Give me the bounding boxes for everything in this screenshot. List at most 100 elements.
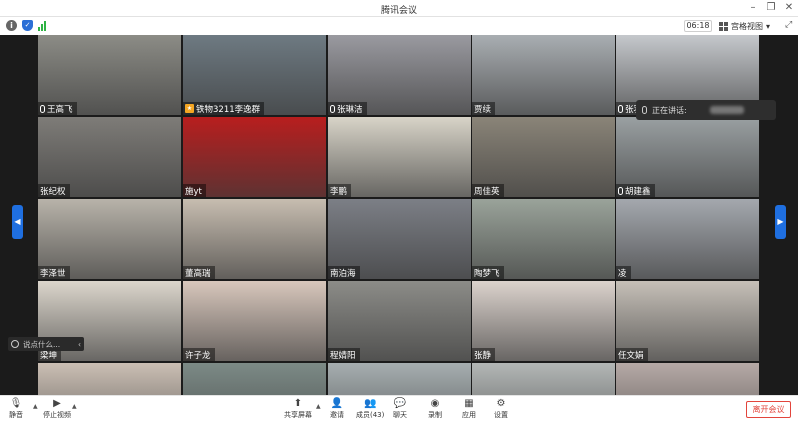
participant-name-tag: 陶梦飞 — [472, 266, 504, 279]
meeting-timer: 06:18 — [684, 20, 712, 32]
participant-name: 许子龙 — [185, 350, 211, 361]
participant-name: 张纪权 — [40, 186, 66, 197]
participant-name-tag: 任文娟 — [616, 348, 648, 361]
add-user-icon: 👤 — [330, 398, 344, 409]
mic-icon — [618, 186, 623, 195]
participant-name-tag: 许子龙 — [183, 348, 215, 361]
video-tile[interactable]: 南泊海 — [328, 199, 471, 279]
participant-name-tag: 程婧阳 — [328, 348, 360, 361]
mic-icon — [618, 104, 623, 113]
video-tile[interactable] — [616, 363, 759, 395]
collapse-icon[interactable]: ‹ — [78, 340, 81, 349]
video-tile[interactable]: ★ 铁物3211李逸群 — [183, 35, 326, 115]
video-tile[interactable]: 陶梦飞 — [472, 199, 615, 279]
previous-page-button[interactable]: ◀ — [12, 205, 23, 239]
video-tile[interactable]: 程婧阳 — [328, 281, 471, 361]
participant-name-tag: 施yt — [183, 184, 206, 197]
speaking-label: 正在讲话: — [652, 105, 687, 115]
share-screen-icon: ⬆ — [293, 398, 303, 409]
grid-view-icon — [719, 21, 728, 31]
participant-name-tag: 贾续 — [472, 102, 496, 115]
participant-name: 凌 — [618, 268, 627, 279]
video-tile[interactable]: 李泽世 — [38, 199, 181, 279]
chat-bubble-icon — [11, 340, 19, 348]
video-tile[interactable]: 张静 — [472, 281, 615, 361]
participant-name: 周佳英 — [474, 186, 500, 197]
record-icon: ◉ — [430, 398, 440, 409]
chevron-up-icon[interactable]: ▲ — [33, 403, 38, 410]
video-tile[interactable]: 周佳英 — [472, 117, 615, 197]
video-tile[interactable]: 胡建鑫 — [616, 117, 759, 197]
apps-button[interactable]: ▦ 应用 — [462, 398, 476, 420]
settings-button[interactable]: ⚙ 设置 — [494, 398, 508, 420]
stop-video-button[interactable]: ▶ 停止视频 — [43, 398, 71, 420]
chevron-up-icon[interactable]: ▲ — [316, 403, 321, 410]
video-tile[interactable] — [183, 363, 326, 395]
participant-name-tag: ★ 铁物3211李逸群 — [183, 102, 265, 115]
members-button[interactable]: 👥 成员(43) — [356, 398, 384, 420]
chat-quick-input[interactable]: 说点什么... ‹ — [8, 337, 84, 351]
invite-button[interactable]: 👤 邀请 — [330, 398, 344, 420]
view-mode-label: 宫格视图 — [731, 21, 763, 31]
chat-button[interactable]: 💬 聊天 — [393, 398, 407, 420]
close-icon[interactable]: ✕ — [782, 2, 796, 14]
mute-button[interactable]: 🎙 静音 — [9, 398, 23, 420]
leave-meeting-button[interactable]: 离开会议 — [746, 401, 791, 418]
settings-label: 设置 — [494, 411, 508, 419]
video-feed — [616, 363, 759, 395]
video-tile[interactable]: 凌 — [616, 199, 759, 279]
minimize-icon[interactable]: – — [746, 2, 760, 14]
video-tile[interactable]: 董高瑞 — [183, 199, 326, 279]
video-tile[interactable]: 王高飞 — [38, 35, 181, 115]
participant-name: 李鹏 — [330, 186, 348, 197]
participant-name-tag: 张静 — [472, 348, 496, 361]
participant-name: 陶梦飞 — [474, 268, 500, 279]
video-tile[interactable]: 施yt — [183, 117, 326, 197]
microphone-icon: 🎙 — [9, 398, 23, 409]
video-feed — [38, 363, 181, 395]
title-bar: 腾讯会议 – ❐ ✕ — [0, 0, 798, 17]
participant-name: 张静 — [474, 350, 492, 361]
participant-name: 程婧阳 — [330, 350, 356, 361]
record-label: 录制 — [428, 411, 442, 419]
members-label: 成员(43) — [356, 411, 385, 419]
video-tile[interactable]: 张琳洁 — [328, 35, 471, 115]
view-mode-button[interactable]: 宫格视图 ▾ — [719, 19, 770, 33]
participant-name-tag: 南泊海 — [328, 266, 360, 279]
video-tile[interactable]: 贾续 — [472, 35, 615, 115]
apps-icon: ▦ — [464, 398, 474, 409]
chevron-down-icon: ▾ — [766, 21, 771, 31]
meeting-info-bar: i ✓ 06:18 宫格视图 ▾ ⤢ — [0, 17, 798, 35]
speaking-indicator: 正在讲话: — [636, 100, 776, 120]
video-tile[interactable] — [328, 363, 471, 395]
video-tile[interactable]: 任文娟 — [616, 281, 759, 361]
shield-icon[interactable]: ✓ — [22, 20, 33, 31]
participant-name-tag: 胡建鑫 — [616, 184, 655, 197]
video-tile[interactable] — [472, 363, 615, 395]
signal-icon[interactable] — [38, 20, 49, 31]
participant-name: 施yt — [185, 186, 202, 197]
mic-icon — [642, 106, 647, 114]
participant-name-tag: 李鹏 — [328, 184, 352, 197]
mic-icon — [40, 104, 45, 113]
video-feed — [328, 363, 471, 395]
chat-icon: 💬 — [393, 398, 407, 409]
video-grid: 王高飞★铁物3211李逸群张琳洁贾续张羽翔张纪权施yt李鹏周佳英胡建鑫李泽世董高… — [38, 35, 760, 395]
info-icon[interactable]: i — [6, 20, 17, 31]
next-page-button[interactable]: ▶ — [775, 205, 786, 239]
video-tile[interactable]: 张纪权 — [38, 117, 181, 197]
video-tile[interactable]: 许子龙 — [183, 281, 326, 361]
share-screen-button[interactable]: ⬆ 共享屏幕 — [284, 398, 312, 420]
participant-name-tag: 周佳英 — [472, 184, 504, 197]
participant-name: 南泊海 — [330, 268, 356, 279]
video-tile[interactable] — [38, 363, 181, 395]
restore-icon[interactable]: ❐ — [764, 2, 778, 14]
fullscreen-icon[interactable]: ⤢ — [785, 20, 792, 30]
stop-video-label: 停止视频 — [43, 411, 71, 419]
participant-name-tag: 董高瑞 — [183, 266, 215, 279]
bottom-toolbar: 🎙 静音 ▲ ▶ 停止视频 ▲ ⬆ 共享屏幕 ▲ 👤 邀请 👥 成员(43) 💬… — [0, 395, 798, 422]
record-button[interactable]: ◉ 录制 — [428, 398, 442, 420]
video-tile[interactable]: 李鹏 — [328, 117, 471, 197]
participant-name-tag: 王高飞 — [38, 102, 77, 115]
chevron-up-icon[interactable]: ▲ — [72, 403, 77, 410]
